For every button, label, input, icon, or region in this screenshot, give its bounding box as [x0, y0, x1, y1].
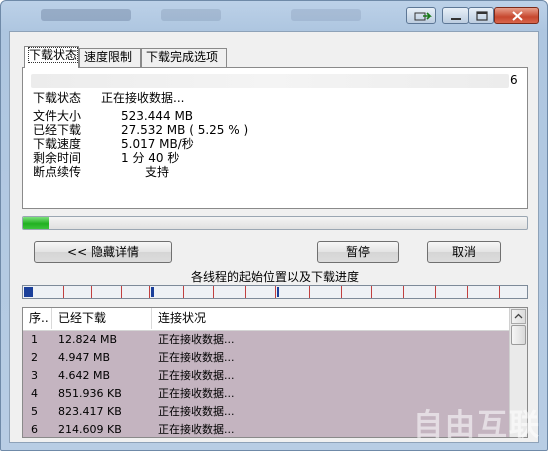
row-status: 正在接收数据...: [158, 387, 235, 400]
title-blur: [41, 9, 131, 21]
table-row[interactable]: 1 12.824 MB 正在接收数据...: [23, 331, 511, 349]
segment-divider: [91, 286, 92, 298]
scroll-up-icon[interactable]: [511, 309, 526, 324]
downloaded-row: 已经下载 27.532 MB ( 5.25 % ): [33, 123, 248, 137]
row-status: 正在接收数据...: [158, 423, 235, 436]
status-row: 下载状态 正在接收数据...: [33, 91, 184, 105]
column-header-connection[interactable]: 连接状况: [152, 308, 511, 329]
title-blur: [291, 9, 361, 21]
downloaded-value: 27.532 MB ( 5.25 % ): [121, 123, 249, 137]
column-header-index[interactable]: 序..: [23, 308, 52, 329]
transfer-icon[interactable]: [406, 7, 436, 24]
column-header-downloaded[interactable]: 已经下载: [52, 308, 152, 329]
segment-divider: [245, 286, 246, 298]
status-label: 下载状态: [33, 91, 82, 105]
download-progress-bar: [22, 216, 528, 230]
segment-divider: [309, 286, 310, 298]
resume-value: 支持: [145, 165, 170, 179]
segment-divider: [149, 286, 150, 298]
table-row[interactable]: 2 4.947 MB 正在接收数据...: [23, 349, 511, 367]
title-bar[interactable]: [1, 1, 547, 31]
status-panel: 6 下载状态 正在接收数据... 文件大小 523.444 MB 已经下载 27…: [22, 67, 528, 209]
scrollbar-thumb[interactable]: [511, 325, 526, 345]
file-size-label: 文件大小: [33, 109, 82, 123]
segment-divider: [63, 286, 64, 298]
remaining-label: 剩余时间: [33, 151, 82, 165]
row-index: 6: [31, 423, 38, 436]
pause-button[interactable]: 暂停: [317, 241, 399, 263]
cancel-button[interactable]: 取消: [427, 241, 501, 263]
segment-progress: [151, 287, 154, 297]
segment-divider: [341, 286, 342, 298]
title-blur: [161, 9, 221, 21]
download-window: 下载状态 速度限制 下载完成选项 6 下载状态 正在接收数据... 文件大小 5…: [0, 0, 548, 451]
client-area: 下载状态 速度限制 下载完成选项 6 下载状态 正在接收数据... 文件大小 5…: [9, 31, 539, 443]
speed-row: 下载速度 5.017 MB/秒: [33, 137, 194, 151]
resume-row: 断点续传 支持: [33, 165, 169, 179]
row-downloaded: 12.824 MB: [58, 333, 118, 346]
progress-fill: [23, 217, 50, 229]
row-downloaded: 851.936 KB: [58, 387, 122, 400]
segment-divider: [121, 286, 122, 298]
segment-divider: [213, 286, 214, 298]
speed-value: 5.017 MB/秒: [121, 137, 194, 151]
segment-divider: [275, 286, 276, 298]
row-status: 正在接收数据...: [158, 351, 235, 364]
remaining-value: 1 分 40 秒: [121, 151, 180, 165]
thread-segment-bar: [22, 285, 528, 299]
row-index: 4: [31, 387, 38, 400]
segment-divider: [435, 286, 436, 298]
file-size-value: 523.444 MB: [121, 109, 194, 123]
row-status: 正在接收数据...: [158, 333, 235, 346]
url-tail: 6: [510, 73, 518, 87]
segment-divider: [499, 286, 500, 298]
row-downloaded: 4.642 MB: [58, 369, 111, 382]
segment-divider: [371, 286, 372, 298]
segment-divider: [403, 286, 404, 298]
url-blurred: [31, 74, 509, 88]
tab-speed-limit[interactable]: 速度限制: [79, 48, 141, 67]
remaining-row: 剩余时间 1 分 40 秒: [33, 151, 179, 165]
segment-progress: [24, 287, 33, 297]
row-downloaded: 823.417 KB: [58, 405, 122, 418]
row-downloaded: 4.947 MB: [58, 351, 111, 364]
row-status: 正在接收数据...: [158, 369, 235, 382]
downloaded-label: 已经下载: [33, 123, 82, 137]
row-index: 5: [31, 405, 38, 418]
row-index: 2: [31, 351, 38, 364]
speed-label: 下载速度: [33, 137, 82, 151]
row-index: 3: [31, 369, 38, 382]
tab-completion-options[interactable]: 下载完成选项: [141, 48, 227, 67]
table-row[interactable]: 3 4.642 MB 正在接收数据...: [23, 367, 511, 385]
segment-progress: [277, 287, 279, 297]
status-value: 正在接收数据...: [101, 91, 185, 105]
close-button[interactable]: [494, 7, 539, 24]
maximize-button[interactable]: [468, 7, 494, 24]
row-downloaded: 214.609 KB: [58, 423, 122, 436]
hide-details-button[interactable]: << 隐藏详情: [34, 241, 172, 263]
tab-download-status[interactable]: 下载状态: [24, 46, 79, 68]
segment-divider: [467, 286, 468, 298]
row-index: 1: [31, 333, 38, 346]
thread-list-header: 序.. 已经下载 连接状况: [23, 308, 511, 331]
resume-label: 断点续传: [33, 165, 82, 179]
segment-divider: [183, 286, 184, 298]
threads-title: 各线程的起始位置以及下载进度: [190, 270, 359, 284]
file-size-row: 文件大小 523.444 MB: [33, 109, 193, 123]
watermark-logo: 自由互联: [413, 408, 541, 443]
minimize-button[interactable]: [442, 7, 469, 24]
row-status: 正在接收数据...: [158, 405, 235, 418]
